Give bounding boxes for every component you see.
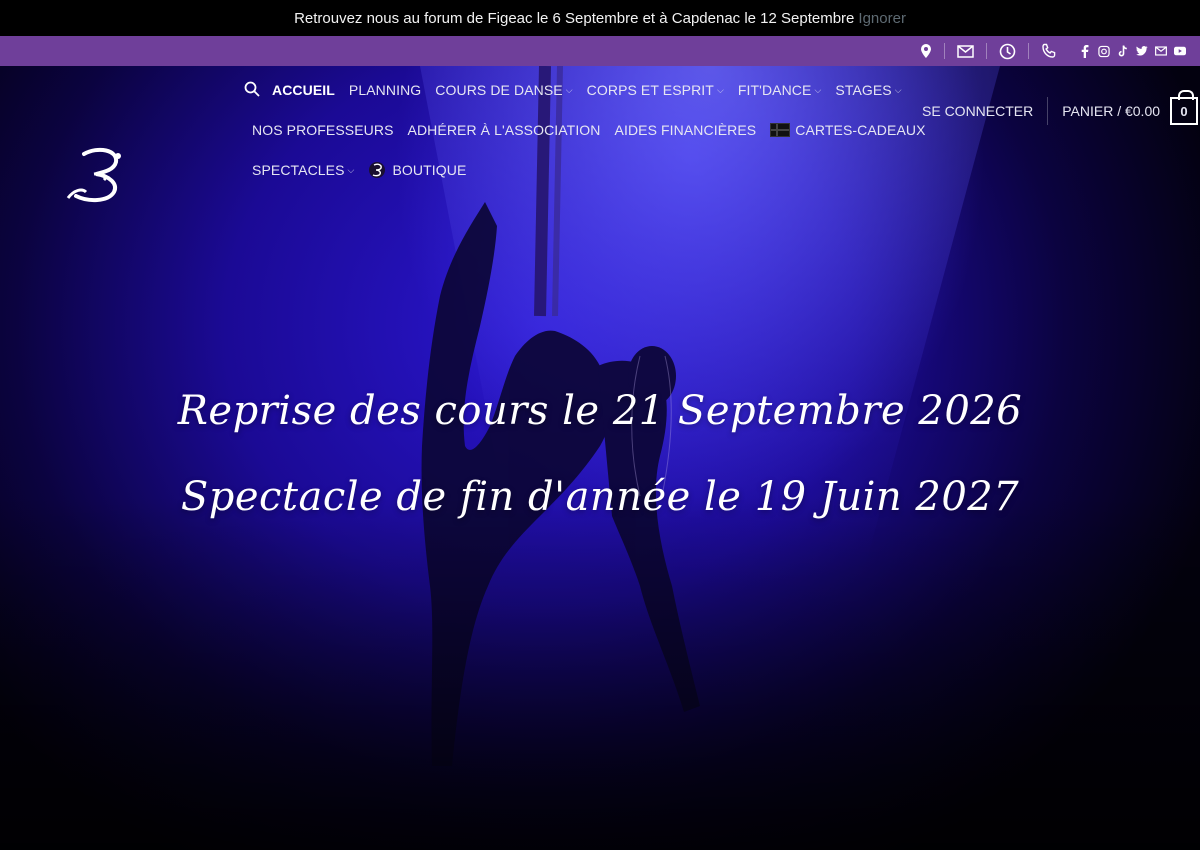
twitter-icon[interactable] [1136,44,1148,58]
announcement-message: Retrouvez nous au forum de Figeac le 6 S… [294,9,855,27]
nav-row: ACCUEIL PLANNING COURS DE DANSE ⌵ CORPS E… [244,70,902,110]
divider [944,43,945,59]
nav-spectacles[interactable]: SPECTACLES ⌵ [252,162,354,178]
nav-row: SPECTACLES ⌵ BOUTIQUE [244,150,884,190]
login-link[interactable]: SE CONNECTER [922,103,1033,119]
hero-headline-spectacle: Spectacle de fin d'année le 19 Juin 2027 [180,474,1020,520]
nav-label: FIT'DANCE [737,82,812,98]
nav-corps-et-esprit[interactable]: CORPS ET ESPRIT ⌵ [587,82,724,98]
hero-banner: ACCUEIL PLANNING COURS DE DANSE ⌵ CORPS E… [0,66,1200,850]
nav-label: COURS DE DANSE [435,82,563,98]
chevron-down-icon: ⌵ [565,84,573,95]
gift-card-icon [770,123,791,137]
cart-link[interactable]: PANIER / €0.00 0 [1062,90,1199,125]
nav-cours-de-danse[interactable]: COURS DE DANSE ⌵ [435,82,572,98]
divider [1028,43,1029,59]
nav-aides-financieres[interactable]: AIDES FINANCIÈRES [615,122,757,138]
nav-cartes-cadeaux[interactable]: CARTES-CADEAUX [770,122,925,138]
nav-planning[interactable]: PLANNING [349,82,421,98]
chevron-down-icon: ⌵ [894,84,902,95]
mail-icon[interactable] [957,44,974,58]
email-social-icon[interactable] [1155,44,1167,58]
nav-stages[interactable]: STAGES ⌵ [835,82,901,98]
divider [1047,97,1049,125]
header-actions: SE CONNECTER PANIER / €0.00 0 [922,90,1199,126]
youtube-icon[interactable] [1174,44,1186,58]
instagram-icon[interactable] [1098,44,1110,58]
chevron-down-icon: ⌵ [347,164,355,175]
social-links [1079,44,1186,58]
announcement-dismiss-link[interactable]: Ignorer [858,10,906,27]
top-bar [0,36,1200,66]
nav-professeurs[interactable]: NOS PROFESSEURS [252,122,394,138]
chevron-down-icon: ⌵ [716,84,724,95]
nav-label: STAGES [835,82,892,98]
hero-headlines: Reprise des cours le 21 Septembre 2026 S… [0,388,1200,520]
main-nav: ACCUEIL PLANNING COURS DE DANSE ⌵ CORPS E… [244,70,925,190]
nav-boutique[interactable]: BOUTIQUE [368,161,466,179]
cart-count-badge: 0 [1170,90,1199,125]
site-logo[interactable] [64,146,128,204]
tiktok-icon[interactable] [1117,44,1129,58]
nav-accueil[interactable]: ACCUEIL [272,82,335,98]
nav-fitdance[interactable]: FIT'DANCE ⌵ [738,82,822,98]
clock-icon[interactable] [999,43,1016,60]
hero-headline-reprise: Reprise des cours le 21 Septembre 2026 [177,388,1023,434]
phone-icon[interactable] [1041,43,1057,59]
location-icon[interactable] [920,43,932,59]
logo-mark-icon [368,161,386,179]
nav-label: BOUTIQUE [392,162,467,178]
nav-row: NOS PROFESSEURS ADHÉRER À L'ASSOCIATION … [244,110,925,150]
chevron-down-icon: ⌵ [814,84,822,95]
search-icon[interactable] [244,81,260,99]
announcement-bar: Retrouvez nous au forum de Figeac le 6 S… [0,0,1200,36]
divider [986,43,987,59]
facebook-icon[interactable] [1079,44,1091,58]
nav-label: SPECTACLES [252,162,345,178]
nav-label: CORPS ET ESPRIT [586,82,714,98]
nav-label: CARTES-CADEAUX [795,122,926,138]
nav-adherer[interactable]: ADHÉRER À L'ASSOCIATION [408,122,601,138]
cart-label: PANIER / €0.00 [1062,103,1161,119]
